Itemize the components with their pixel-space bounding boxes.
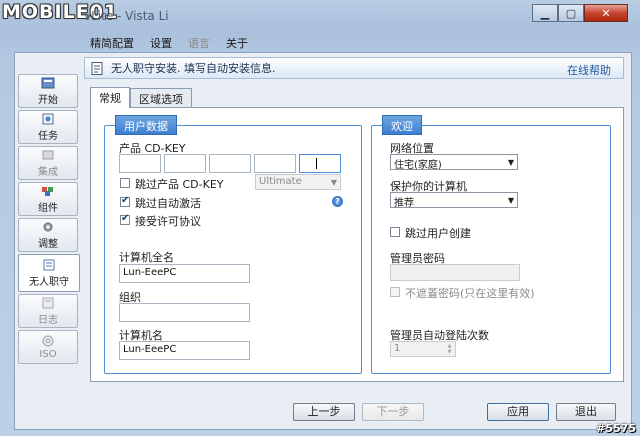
no-overwrite-checkbox[interactable] (390, 287, 400, 297)
exit-button[interactable]: 退出 (556, 403, 616, 421)
network-location-select[interactable]: 住宅(家庭) ▼ (390, 154, 518, 171)
autologon-count-spinner[interactable]: 1 ▲ ▼ (390, 341, 456, 357)
iso-icon (42, 335, 54, 346)
nav-integrate[interactable]: 集成 (18, 146, 78, 180)
chevron-down-icon: ▼ (507, 158, 514, 167)
cdkey-field-5[interactable] (299, 154, 341, 173)
minimize-button[interactable]: ▁ (532, 4, 558, 22)
chevron-down-icon: ▼ (507, 196, 514, 205)
skip-cdkey-label: 跳过产品 CD-KEY (135, 178, 224, 191)
skip-user-checkbox[interactable] (390, 227, 400, 237)
skip-user-label: 跳过用户创建 (405, 227, 471, 240)
cdkey-field-4[interactable] (254, 154, 296, 173)
protect-computer-select[interactable]: 推荐 ▼ (390, 192, 518, 209)
computer-name-input[interactable]: Lun-EeePC (119, 341, 250, 360)
menu-settings[interactable]: 设置 (142, 32, 180, 52)
user-data-group: 用户数据 产品 CD-KEY 跳过产品 CD-KEY Ultimate▼ 跳过自… (104, 115, 362, 374)
maximize-button[interactable]: ▢ (558, 4, 584, 22)
cdkey-field-2[interactable] (164, 154, 206, 173)
tab-panel: 用户数据 产品 CD-KEY 跳过产品 CD-KEY Ultimate▼ 跳过自… (90, 107, 624, 382)
cdkey-field-3[interactable] (209, 154, 251, 173)
menu-preset[interactable]: 精简配置 (82, 32, 142, 52)
watermark-id: #5575 (596, 422, 636, 435)
chevron-down-icon: ▼ (330, 178, 337, 187)
user-data-title: 用户数据 (115, 115, 177, 135)
accept-eula-label: 接受许可协议 (135, 215, 201, 228)
welcome-group: 欢迎 网络位置 住宅(家庭) ▼ 保护你的计算机 推荐 ▼ 跳过用户创建 管理员密码… (371, 115, 611, 374)
full-name-input[interactable]: Lun-EeePC (119, 264, 250, 283)
tab-regional[interactable]: 区域选项 (130, 88, 192, 107)
nav-log[interactable]: 日志 (18, 294, 78, 328)
nav-iso[interactable]: ISO (18, 330, 78, 364)
menu-about[interactable]: 关于 (218, 32, 256, 52)
integrate-icon (42, 150, 54, 159)
online-help-link[interactable]: 在线帮助 (567, 62, 611, 78)
cdkey-field-1[interactable] (119, 154, 161, 173)
skip-activation-label: 跳过自动激活 (135, 197, 201, 210)
nav-tweaks[interactable]: 调整 (18, 218, 78, 252)
tasks-icon (42, 113, 54, 124)
skip-cdkey-checkbox[interactable] (120, 178, 130, 188)
full-name-label: 计算机全名 (119, 251, 174, 264)
components-icon (42, 186, 53, 196)
left-nav: 开始 任务 集成 组件 调整 无人职守 日志 ISO (18, 74, 80, 366)
nav-start[interactable]: 开始 (18, 74, 78, 108)
start-icon (41, 77, 55, 88)
nav-unattended[interactable]: 无人职守 (18, 254, 80, 292)
skip-activation-checkbox[interactable] (120, 195, 130, 207)
nav-tasks[interactable]: 任务 (18, 110, 78, 144)
previous-button[interactable]: 上一步 (293, 403, 355, 421)
menu-bar: 精简配置 设置 语言 关于 (82, 32, 256, 52)
spin-down-icon[interactable]: ▼ (445, 349, 454, 355)
tab-general[interactable]: 常规 (90, 87, 130, 108)
document-icon (91, 61, 103, 75)
admin-password-input[interactable] (390, 264, 520, 281)
organization-input[interactable] (119, 303, 250, 322)
banner-text: 无人职守安装. 填写自动安装信息. (111, 62, 276, 75)
edition-select[interactable]: Ultimate ▼ (255, 174, 341, 190)
unattended-icon (43, 259, 55, 270)
nav-components[interactable]: 组件 (18, 182, 78, 216)
tweaks-icon (43, 222, 53, 231)
next-button[interactable]: 下一步 (362, 403, 424, 421)
welcome-title: 欢迎 (382, 115, 422, 135)
close-button[interactable]: ✕ (584, 4, 628, 22)
text-caret (316, 158, 317, 169)
title-bar: MOBILE01 vLite - Vista Li ▁ ▢ ✕ (0, 0, 640, 30)
minimize-icon: ▁ (540, 6, 550, 20)
help-icon[interactable]: ? (332, 196, 343, 207)
log-icon (42, 297, 54, 308)
accept-eula-checkbox[interactable] (120, 213, 130, 225)
window-title: vLite - Vista Li (84, 9, 169, 23)
info-banner: 无人职守安装. 填写自动安装信息. 在线帮助 (84, 57, 624, 79)
no-overwrite-label: 不遮蓋密码(只在这里有效) (405, 287, 535, 300)
close-icon: ✕ (601, 6, 611, 20)
apply-button[interactable]: 应用 (487, 403, 549, 421)
maximize-icon: ▢ (565, 6, 577, 20)
menu-language[interactable]: 语言 (180, 32, 218, 52)
